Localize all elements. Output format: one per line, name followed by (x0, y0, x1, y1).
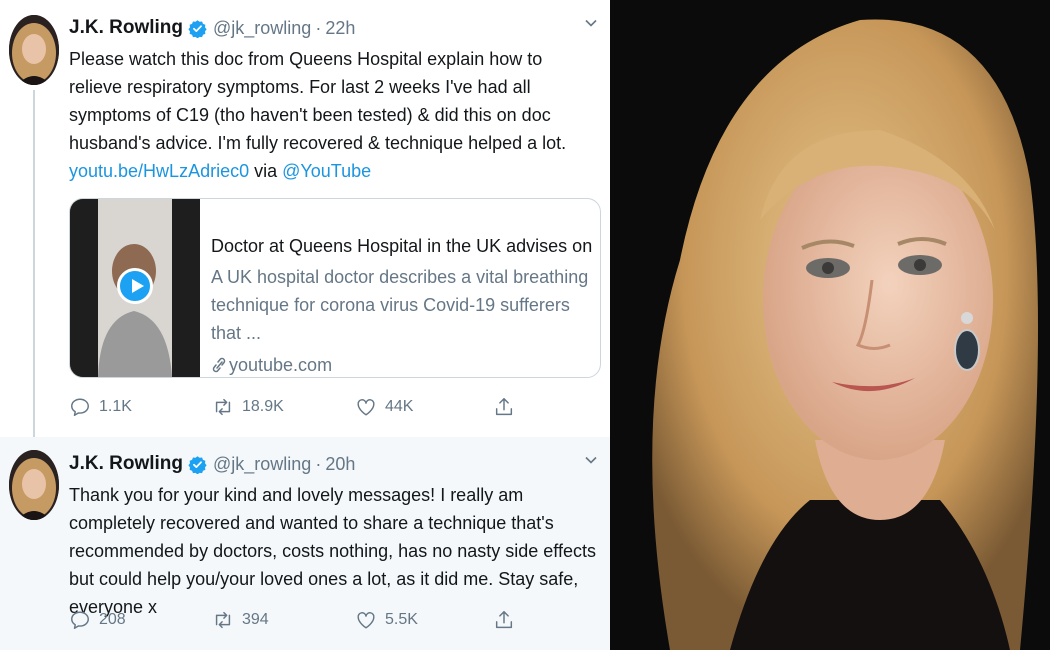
like-icon (357, 612, 375, 629)
reply-count: 1.1K (99, 398, 132, 415)
tweet-text: Thank you for your kind and lovely messa… (69, 485, 596, 617)
tweet-timestamp[interactable]: 22h (325, 18, 355, 39)
via-text: via (254, 161, 278, 181)
retweet-icon (215, 611, 231, 629)
tweet-links: youtu.be/HwLzAdriec0 via @YouTube (69, 158, 371, 184)
chevron-down-icon[interactable] (584, 453, 598, 467)
thread-connector-line (33, 90, 35, 440)
youtube-mention-link[interactable]: @YouTube (282, 161, 371, 181)
card-text: Doctor at Queens Hospital in the UK advi… (211, 233, 593, 377)
portrait-photo (610, 0, 1050, 650)
author-handle[interactable]: @jk_rowling (213, 454, 311, 475)
separator-dot: · (315, 17, 322, 38)
author-name[interactable]: J.K. Rowling (69, 453, 183, 475)
reply-count: 208 (99, 611, 126, 628)
reply-icon (71, 611, 89, 629)
youtube-short-link[interactable]: youtu.be/HwLzAdriec0 (69, 161, 249, 181)
reply-button[interactable]: 208 (69, 609, 126, 631)
share-button[interactable] (493, 396, 523, 418)
tweet-1[interactable]: J.K. Rowling @jk_rowling · 22h Please wa… (0, 0, 610, 440)
tweet-timestamp[interactable]: 20h (325, 454, 355, 475)
link-preview-card[interactable]: Doctor at Queens Hospital in the UK advi… (69, 198, 601, 378)
verified-badge-icon (188, 19, 207, 38)
retweet-count: 394 (242, 611, 269, 628)
verified-badge-icon (188, 455, 207, 474)
card-domain: youtube.com (211, 351, 593, 377)
like-count: 44K (385, 398, 414, 415)
video-thumbnail[interactable] (70, 199, 200, 377)
tweet-2[interactable]: J.K. Rowling @jk_rowling · 20h Thank you… (0, 437, 610, 650)
tweet-header: J.K. Rowling @jk_rowling · 22h (69, 15, 355, 41)
reply-button[interactable]: 1.1K (69, 396, 132, 418)
retweet-icon (215, 398, 231, 416)
card-description: A UK hospital doctor describes a vital b… (211, 267, 589, 343)
like-icon (357, 399, 375, 416)
author-handle[interactable]: @jk_rowling (213, 18, 311, 39)
like-button[interactable]: 44K (355, 396, 413, 418)
retweet-button[interactable]: 394 (212, 609, 269, 631)
tweet-header: J.K. Rowling @jk_rowling · 20h (69, 451, 355, 477)
chevron-down-icon[interactable] (584, 16, 598, 30)
share-button[interactable] (493, 609, 523, 631)
share-icon (495, 611, 513, 629)
tweet-thread: J.K. Rowling @jk_rowling · 22h Please wa… (0, 0, 610, 650)
separator-dot: · (315, 453, 322, 474)
reply-icon (71, 398, 89, 416)
avatar[interactable] (9, 15, 59, 85)
tweet-text: Please watch this doc from Queens Hospit… (69, 49, 567, 153)
retweet-count: 18.9K (242, 398, 284, 415)
tweet-actions: 208 394 5.5K (69, 609, 519, 633)
author-name[interactable]: J.K. Rowling (69, 17, 183, 39)
card-title: Doctor at Queens Hospital in the UK advi… (211, 236, 593, 256)
like-count: 5.5K (385, 611, 418, 628)
link-icon (212, 357, 226, 373)
like-button[interactable]: 5.5K (355, 609, 418, 631)
share-icon (495, 398, 513, 416)
tweet-actions: 1.1K 18.9K 44K (69, 396, 519, 420)
retweet-button[interactable]: 18.9K (212, 396, 284, 418)
play-icon[interactable] (117, 268, 153, 304)
avatar[interactable] (9, 450, 59, 520)
card-domain-text: youtube.com (229, 355, 333, 375)
